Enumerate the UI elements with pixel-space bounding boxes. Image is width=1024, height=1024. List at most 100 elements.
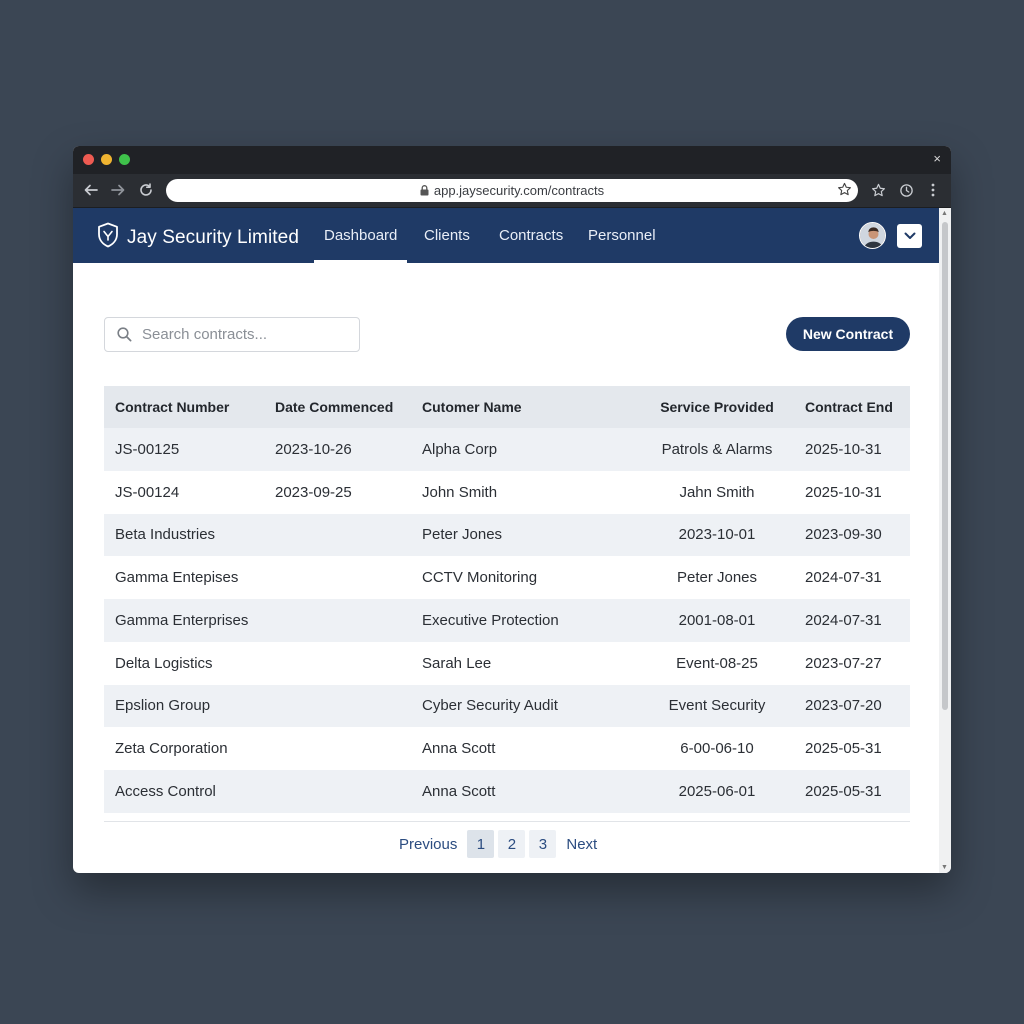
cell-date-commenced — [264, 556, 411, 599]
lock-icon — [420, 185, 429, 196]
cell-contract-number: JS-00125 — [104, 428, 264, 471]
cell-contract-end: 2025-10-31 — [794, 428, 910, 471]
cell-contract-end: 2023-07-20 — [794, 684, 910, 728]
table-row[interactable]: Gamma Entepises CCTV Monitoring Peter Jo… — [104, 556, 910, 599]
table-row[interactable]: Epslion Group Cyber Security Audit Event… — [104, 684, 910, 728]
pagination-page-3[interactable]: 3 — [529, 830, 557, 858]
cell-service-provided: 2001-08-01 — [640, 599, 794, 642]
header-date-commenced[interactable]: Date Commenced — [264, 386, 411, 428]
page-scrollbar[interactable]: ▲ ▼ — [939, 208, 951, 873]
cell-contract-end: 2024-07-31 — [794, 599, 910, 642]
cell-customer-name: CCTV Monitoring — [422, 569, 538, 587]
back-arrow-icon[interactable] — [81, 180, 101, 200]
cell-date-commenced — [264, 727, 411, 770]
address-bar[interactable]: app.jaysecurity.com/contracts — [166, 179, 858, 202]
cell-contract-number: Zeta Corporation — [115, 740, 228, 758]
chevron-down-icon — [904, 232, 916, 240]
url-text: app.jaysecurity.com/contracts — [433, 183, 605, 198]
nav-clients[interactable]: Clients — [424, 208, 470, 263]
cell-customer-name: Peter Jones — [411, 513, 640, 557]
maximize-window-dot[interactable] — [119, 154, 130, 165]
cell-date-commenced — [264, 770, 411, 813]
page-content: Jay Security Limited Dashboard Clients C… — [73, 208, 939, 873]
user-avatar[interactable] — [859, 222, 886, 249]
scrollbar-thumb[interactable] — [942, 222, 948, 710]
table-header-row: Contract Number Date Commenced Cutomer N… — [104, 386, 910, 428]
forward-arrow-icon[interactable] — [108, 180, 128, 200]
cell-customer-name: John Smith — [422, 483, 498, 501]
bookmark-star-icon[interactable] — [868, 180, 888, 200]
brand-name: Jay Security Limited — [127, 226, 300, 248]
cell-customer-name: Anna Scott — [422, 740, 496, 758]
pagination-page-2[interactable]: 2 — [498, 830, 526, 858]
browser-toolbar: app.jaysecurity.com/contracts — [73, 174, 951, 208]
cell-contract-end: 2024-07-31 — [805, 569, 882, 587]
header-contract-number[interactable]: Contract Number — [104, 386, 264, 428]
cell-service-provided: Patrols & Alarms — [640, 428, 794, 471]
header-customer-name[interactable]: Cutomer Name — [411, 386, 640, 428]
cell-contract-number: Gamma Entepises — [115, 569, 239, 587]
title-bar: × — [73, 146, 951, 174]
cell-contract-number: Beta Industries — [104, 513, 264, 557]
cell-date-commenced — [264, 599, 411, 642]
search-icon — [117, 327, 132, 342]
cell-customer-name: Anna Scott — [411, 770, 640, 813]
cell-contract-end: 2023-09-30 — [794, 513, 910, 557]
cell-service-provided: 2025-06-01 — [640, 770, 794, 813]
browser-window: × app.jaysecurity.com/contracts Jay Secu… — [73, 146, 951, 873]
brand[interactable]: Jay Security Limited — [97, 222, 299, 253]
scroll-up-icon[interactable]: ▲ — [941, 210, 948, 217]
cell-contract-number: Access Control — [104, 770, 264, 813]
top-navbar: Jay Security Limited Dashboard Clients C… — [73, 208, 939, 263]
kebab-menu-icon[interactable] — [923, 180, 943, 200]
table-row[interactable]: Delta Logistics Sarah Lee Event-08-25 20… — [104, 642, 910, 685]
cell-service-provided: Jahn Smith — [679, 483, 755, 501]
search-input[interactable] — [142, 326, 342, 343]
cell-contract-end: 2025-05-31 — [805, 740, 882, 758]
cell-date-commenced — [264, 513, 411, 557]
cell-contract-number: Epslion Group — [104, 684, 264, 728]
new-contract-button[interactable]: New Contract — [786, 317, 910, 351]
cell-contract-number: Delta Logistics — [115, 654, 213, 672]
pagination-page-1[interactable]: 1 — [467, 830, 495, 858]
nav-personnel[interactable]: Personnel — [588, 208, 656, 263]
history-icon[interactable] — [896, 180, 916, 200]
cell-contract-end: 2025-05-31 — [794, 770, 910, 813]
cell-service-provided: Peter Jones — [676, 569, 758, 587]
cell-customer-name: Alpha Corp — [411, 428, 640, 471]
cell-date-commenced: 2023-09-25 — [275, 483, 352, 501]
cell-contract-number: Gamma Enterprises — [104, 599, 264, 642]
table-row[interactable]: JS-00124 2023-09-25 John Smith Jahn Smit… — [104, 471, 910, 514]
cell-contract-end: 2023-07-27 — [805, 654, 882, 672]
cell-service-provided: Event-08-25 — [676, 654, 758, 672]
close-tab-icon[interactable]: × — [933, 151, 941, 167]
table-row[interactable]: Beta Industries Peter Jones 2023-10-01 2… — [104, 513, 910, 557]
contracts-table: Contract Number Date Commenced Cutomer N… — [104, 386, 910, 813]
search-box[interactable] — [104, 317, 360, 352]
shield-logo-icon — [97, 222, 119, 253]
close-window-dot[interactable] — [83, 154, 94, 165]
cell-service-provided: 2023-10-01 — [640, 513, 794, 557]
account-dropdown-button[interactable] — [897, 224, 922, 248]
header-service-provided[interactable]: Service Provided — [640, 386, 794, 428]
cell-customer-name: Executive Protection — [411, 599, 640, 642]
table-row[interactable]: Gamma Enterprises Executive Protection 2… — [104, 599, 910, 642]
cell-service-provided: 6-00-06-10 — [680, 740, 754, 758]
table-row[interactable]: Zeta Corporation Anna Scott 6-00-06-10 2… — [104, 727, 910, 770]
pagination-next[interactable]: Next — [560, 836, 603, 853]
table-row[interactable]: Access Control Anna Scott 2025-06-01 202… — [104, 770, 910, 813]
scroll-down-icon[interactable]: ▼ — [941, 864, 948, 871]
nav-contracts[interactable]: Contracts — [499, 208, 563, 263]
pagination: Previous 1 2 3 Next — [393, 829, 603, 859]
star-icon[interactable] — [837, 182, 852, 197]
cell-date-commenced — [264, 642, 411, 685]
pagination-previous[interactable]: Previous — [393, 836, 463, 853]
cell-customer-name: Sarah Lee — [422, 654, 492, 672]
cell-customer-name: Cyber Security Audit — [411, 684, 640, 728]
header-contract-end[interactable]: Contract End — [794, 386, 910, 428]
nav-dashboard[interactable]: Dashboard — [313, 208, 408, 263]
table-row[interactable]: JS-00125 2023-10-26 Alpha Corp Patrols &… — [104, 428, 910, 471]
minimize-window-dot[interactable] — [101, 154, 112, 165]
cell-date-commenced: 2023-10-26 — [264, 428, 411, 471]
reload-icon[interactable] — [136, 180, 156, 200]
